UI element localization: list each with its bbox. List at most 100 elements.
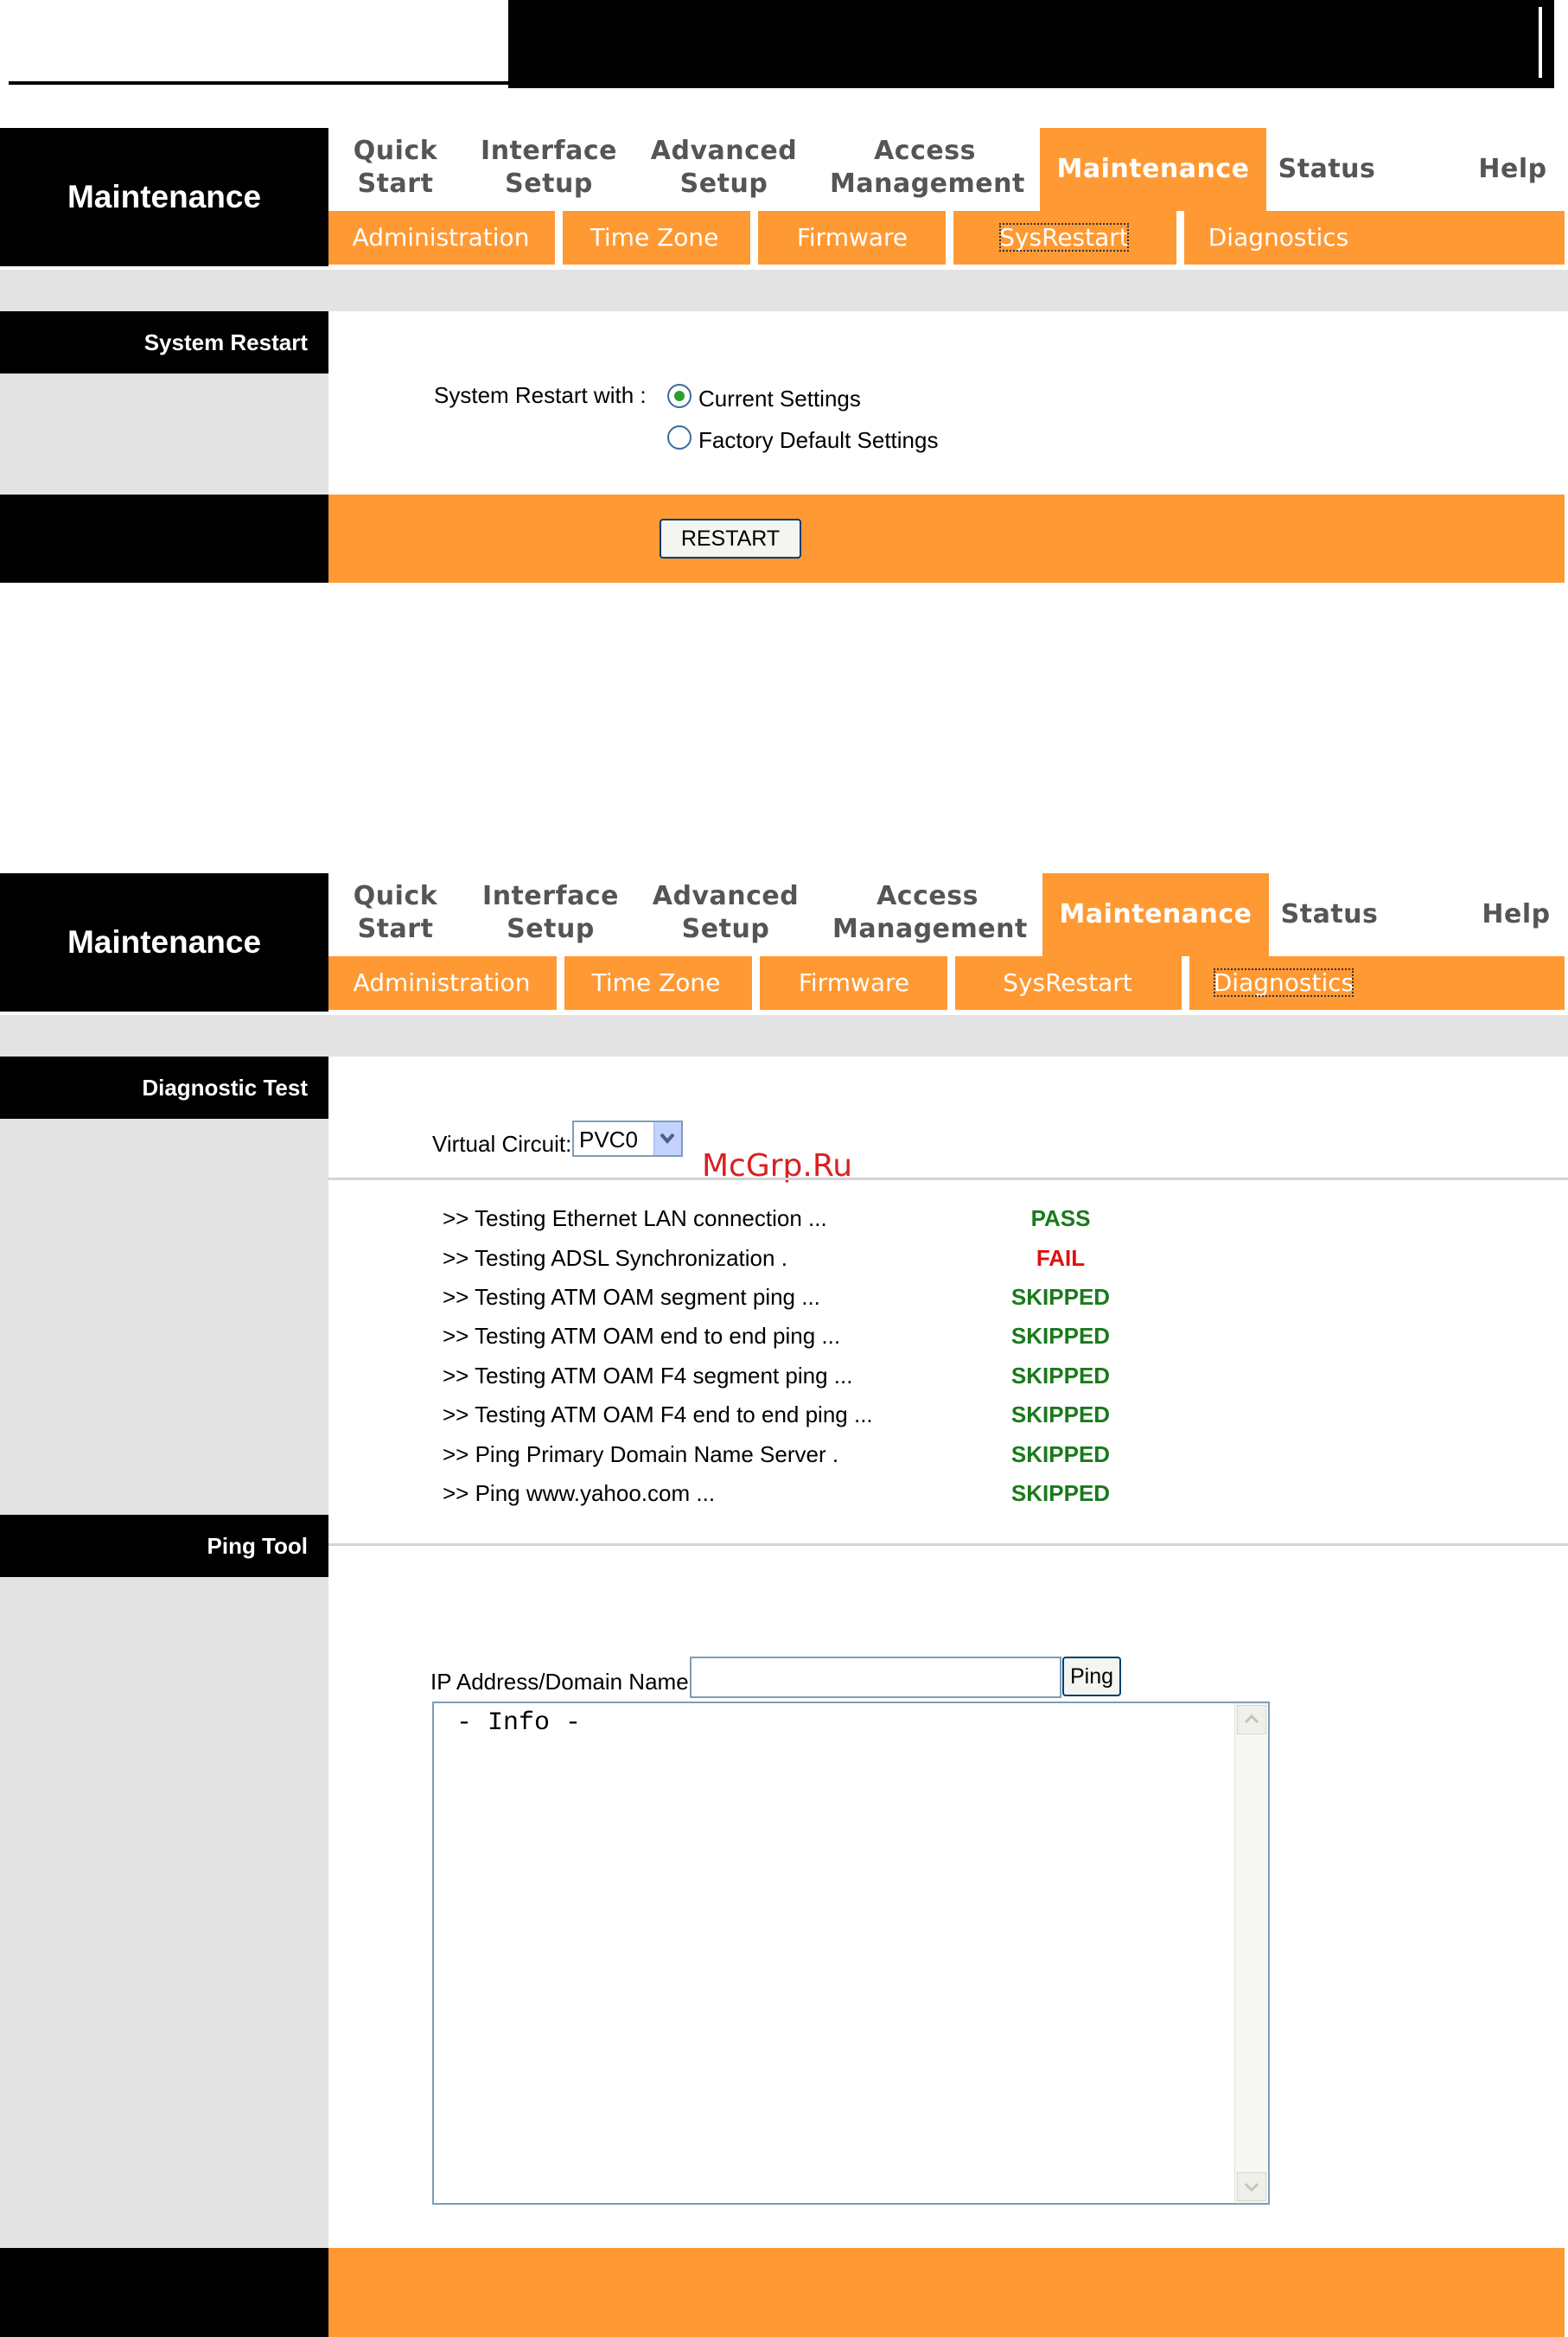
test-name: >> Ping www.yahoo.com ...	[443, 1480, 716, 1506]
tab-status[interactable]: Status	[1266, 128, 1387, 211]
tab-advanced-setup[interactable]: Advanced Setup	[648, 135, 800, 201]
tab-advanced-setup[interactable]: Advanced Setup	[650, 880, 801, 946]
tab-interface-setup[interactable]: Interface Setup	[481, 880, 620, 946]
tab-maintenance[interactable]: Maintenance	[1042, 873, 1269, 956]
top-banner-line	[9, 81, 508, 85]
nav-title-box: Maintenance	[0, 873, 328, 1012]
nav-title: Maintenance	[67, 179, 262, 214]
tab-line: Management	[830, 169, 1025, 199]
footer-bar	[328, 495, 1565, 583]
radio-factory-default-label: Factory Default Settings	[698, 427, 939, 453]
virtual-circuit-select[interactable]: PVC0	[572, 1121, 683, 1157]
test-result: SKIPPED	[1010, 1323, 1111, 1349]
subtab-time-zone[interactable]: Time Zone	[564, 956, 748, 1010]
subnav-separator	[1176, 211, 1184, 265]
test-result: FAIL	[1036, 1245, 1086, 1271]
test-result: SKIPPED	[1010, 1402, 1111, 1427]
subtab-administration[interactable]: Administration	[328, 211, 553, 265]
test-result: SKIPPED	[1010, 1441, 1111, 1467]
tab-line: Interface	[482, 881, 619, 911]
tab-line: Setup	[505, 169, 593, 199]
subtab-diagnostics[interactable]: Diagnostics	[1184, 211, 1373, 265]
subtab-sysrestart[interactable]: SysRestart	[955, 956, 1180, 1010]
subnav-separator	[752, 956, 760, 1010]
test-result: PASS	[1030, 1205, 1091, 1231]
tab-maintenance[interactable]: Maintenance	[1040, 128, 1266, 211]
section-label-system-restart: System Restart	[0, 311, 328, 374]
test-result: SKIPPED	[1010, 1363, 1111, 1389]
subtab-sysrestart-label: SysRestart	[999, 223, 1129, 252]
section-label-diagnostic-test: Diagnostic Test	[0, 1057, 328, 1119]
tab-line: Quick	[353, 881, 438, 911]
tab-line: Access	[876, 881, 978, 911]
footer-bar	[328, 2248, 1565, 2337]
top-banner	[508, 0, 1554, 88]
ping-output-text: - Info -	[456, 1708, 582, 1738]
virtual-circuit-value: PVC0	[579, 1127, 638, 1153]
tab-quick-start[interactable]: Quick Start	[346, 135, 445, 201]
scrollbar[interactable]	[1234, 1703, 1268, 2203]
tab-access-management[interactable]: Access Management	[832, 880, 1028, 946]
subtab-diagnostics[interactable]: Diagnostics	[1189, 956, 1378, 1010]
radio-current-settings[interactable]	[667, 384, 692, 408]
tab-line: Setup	[681, 914, 770, 944]
radio-factory-default[interactable]	[667, 425, 692, 450]
subtab-administration[interactable]: Administration	[328, 956, 555, 1010]
tab-line: Start	[357, 914, 434, 944]
tab-line: Management	[832, 914, 1028, 944]
subtab-firmware[interactable]: Firmware	[760, 956, 948, 1010]
scroll-up-icon[interactable]	[1237, 1705, 1266, 1734]
tab-interface-setup[interactable]: Interface Setup	[480, 135, 618, 201]
subtab-firmware[interactable]: Firmware	[758, 211, 947, 265]
test-name: >> Testing Ethernet LAN connection ...	[443, 1205, 827, 1231]
ip-address-input[interactable]	[690, 1657, 1061, 1698]
chevron-down-icon[interactable]	[653, 1122, 681, 1155]
subtab-diagnostics-label: Diagnostics	[1213, 968, 1354, 997]
subtab-sysrestart[interactable]: SysRestart	[953, 211, 1175, 265]
test-name: >> Testing ATM OAM segment ping ...	[443, 1284, 820, 1310]
test-name: >> Testing ATM OAM F4 end to end ping ..…	[443, 1402, 873, 1427]
footer-left	[0, 2248, 328, 2337]
spacer-band	[0, 270, 1568, 311]
tab-line: Start	[357, 169, 434, 199]
nav-title-box: Maintenance	[0, 128, 328, 266]
scroll-down-icon[interactable]	[1237, 2172, 1266, 2201]
tab-line: Setup	[507, 914, 595, 944]
subtab-time-zone[interactable]: Time Zone	[563, 211, 746, 265]
divider	[328, 1543, 1568, 1546]
tab-status[interactable]: Status	[1269, 873, 1390, 956]
subnav-separator	[1182, 956, 1189, 1010]
nav-title: Maintenance	[67, 924, 262, 960]
top-banner-edge	[1539, 7, 1542, 78]
footer-left	[0, 495, 328, 583]
spacer-band	[0, 1015, 1568, 1057]
tab-help[interactable]: Help	[1464, 873, 1568, 956]
restart-with-label: System Restart with :	[434, 382, 647, 408]
ping-output-textarea[interactable]: - Info -	[432, 1702, 1270, 2205]
left-column	[0, 1057, 328, 2248]
divider	[328, 1178, 1568, 1180]
test-name: >> Testing ATM OAM F4 segment ping ...	[443, 1363, 853, 1389]
tab-line: Quick	[353, 136, 438, 166]
subnav-separator	[557, 956, 564, 1010]
test-result: SKIPPED	[1010, 1284, 1111, 1310]
tab-help[interactable]: Help	[1461, 128, 1565, 211]
tab-line: Interface	[481, 136, 617, 166]
tab-line: Access	[874, 136, 976, 166]
ping-button[interactable]: Ping	[1062, 1657, 1121, 1696]
tab-access-management[interactable]: Access Management	[830, 135, 1025, 201]
test-name: >> Testing ATM OAM end to end ping ...	[443, 1323, 841, 1349]
section-label-ping-tool: Ping Tool	[0, 1515, 328, 1577]
test-result: SKIPPED	[1010, 1480, 1111, 1506]
subnav-separator	[555, 211, 563, 265]
virtual-circuit-label: Virtual Circuit:	[432, 1131, 572, 1157]
tab-line: Setup	[679, 169, 768, 199]
tab-quick-start[interactable]: Quick Start	[346, 880, 445, 946]
test-name: >> Testing ADSL Synchronization .	[443, 1245, 787, 1271]
subnav-separator	[947, 956, 955, 1010]
restart-button[interactable]: RESTART	[660, 519, 801, 559]
radio-current-settings-label: Current Settings	[698, 386, 861, 412]
subnav-separator	[750, 211, 758, 265]
tab-line: Advanced	[652, 881, 800, 911]
subnav-separator	[946, 211, 953, 265]
